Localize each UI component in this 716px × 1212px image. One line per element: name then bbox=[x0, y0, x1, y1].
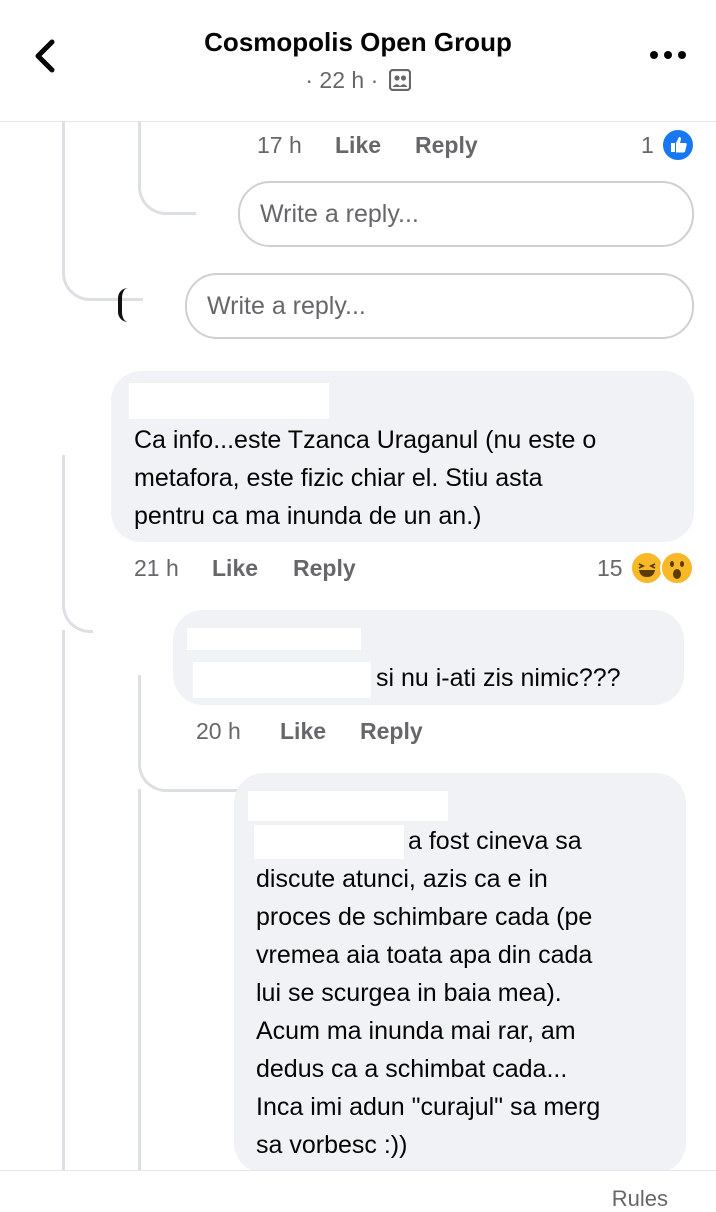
reply-text-line: proces de schimbare cada (pe bbox=[256, 903, 593, 931]
top-bar: Cosmopolis Open Group · 22 h · bbox=[0, 0, 716, 122]
reaction-count: 1 bbox=[641, 132, 654, 158]
rules-link[interactable]: Rules bbox=[612, 1186, 668, 1212]
post-time: 22 h bbox=[319, 67, 365, 93]
reply-text-line: Inca imi adun "curajul" sa merg bbox=[256, 1093, 601, 1121]
reply-bubble: si nu i-ati zis nimic??? bbox=[173, 610, 684, 705]
separator-dot: · bbox=[370, 67, 379, 93]
comment-bubble: Ca info...este Tzanca Uraganul (nu este … bbox=[111, 371, 694, 542]
reaction-count: 15 bbox=[597, 555, 623, 581]
separator-dot: · bbox=[305, 67, 314, 93]
redacted-mention bbox=[193, 662, 371, 698]
like-button[interactable]: Like bbox=[212, 555, 258, 582]
haha-reaction-icon bbox=[630, 551, 664, 585]
reply-text-line: sa vorbesc :)) bbox=[256, 1131, 408, 1159]
reply-button[interactable]: Reply bbox=[360, 718, 423, 745]
avatar bbox=[118, 288, 128, 322]
like-reaction-icon bbox=[661, 128, 695, 162]
reply-text-line: vremea aia toata apa din cada bbox=[256, 941, 593, 969]
reply-text-line: discute atunci, azis ca e in bbox=[256, 865, 548, 893]
thread-line bbox=[62, 455, 93, 633]
reply-timestamp: 17 h bbox=[257, 132, 302, 158]
like-button[interactable]: Like bbox=[335, 132, 381, 159]
thread-line bbox=[138, 122, 196, 215]
reply-text-line: dedus ca a schimbat cada... bbox=[256, 1055, 568, 1083]
more-options-button[interactable] bbox=[648, 40, 688, 70]
redacted-author-name bbox=[187, 628, 361, 650]
comment-text-line: pentru ca ma inunda de un an.) bbox=[134, 502, 482, 530]
reply-text-line: Acum ma inunda mai rar, am bbox=[256, 1017, 576, 1045]
page-title: Cosmopolis Open Group bbox=[204, 27, 512, 57]
thread-line bbox=[138, 789, 141, 1170]
redacted-author-name bbox=[248, 791, 448, 821]
redacted-mention bbox=[254, 825, 404, 859]
like-button[interactable]: Like bbox=[280, 718, 326, 745]
thread-line bbox=[62, 122, 143, 301]
wow-reaction-icon bbox=[660, 551, 694, 585]
thread-line bbox=[62, 630, 65, 1170]
comment-text-line: Ca info...este Tzanca Uraganul (nu este … bbox=[134, 426, 597, 454]
reply-input[interactable] bbox=[238, 181, 694, 247]
reply-text-line: si nu i-ati zis nimic??? bbox=[376, 664, 621, 692]
comment-text-line: metafora, este fizic chiar el. Stiu asta bbox=[134, 464, 543, 492]
more-dots-icon bbox=[650, 51, 686, 59]
reply-text-line: a fost cineva sa bbox=[408, 827, 582, 855]
reply-timestamp: 20 h bbox=[196, 718, 241, 744]
reply-button[interactable]: Reply bbox=[415, 132, 478, 159]
comment-timestamp: 21 h bbox=[134, 555, 179, 581]
reply-button[interactable]: Reply bbox=[293, 555, 356, 582]
reply-bubble: a fost cineva sa discute atunci, azis ca… bbox=[234, 773, 686, 1173]
post-meta: · 22 h · bbox=[0, 67, 716, 97]
group-members-icon bbox=[388, 68, 411, 97]
reply-text-line: lui se scurgea in baia mea). bbox=[256, 979, 562, 1007]
reply-input[interactable] bbox=[185, 273, 694, 339]
redacted-author-name bbox=[129, 383, 329, 419]
bottom-bar bbox=[0, 1170, 716, 1201]
